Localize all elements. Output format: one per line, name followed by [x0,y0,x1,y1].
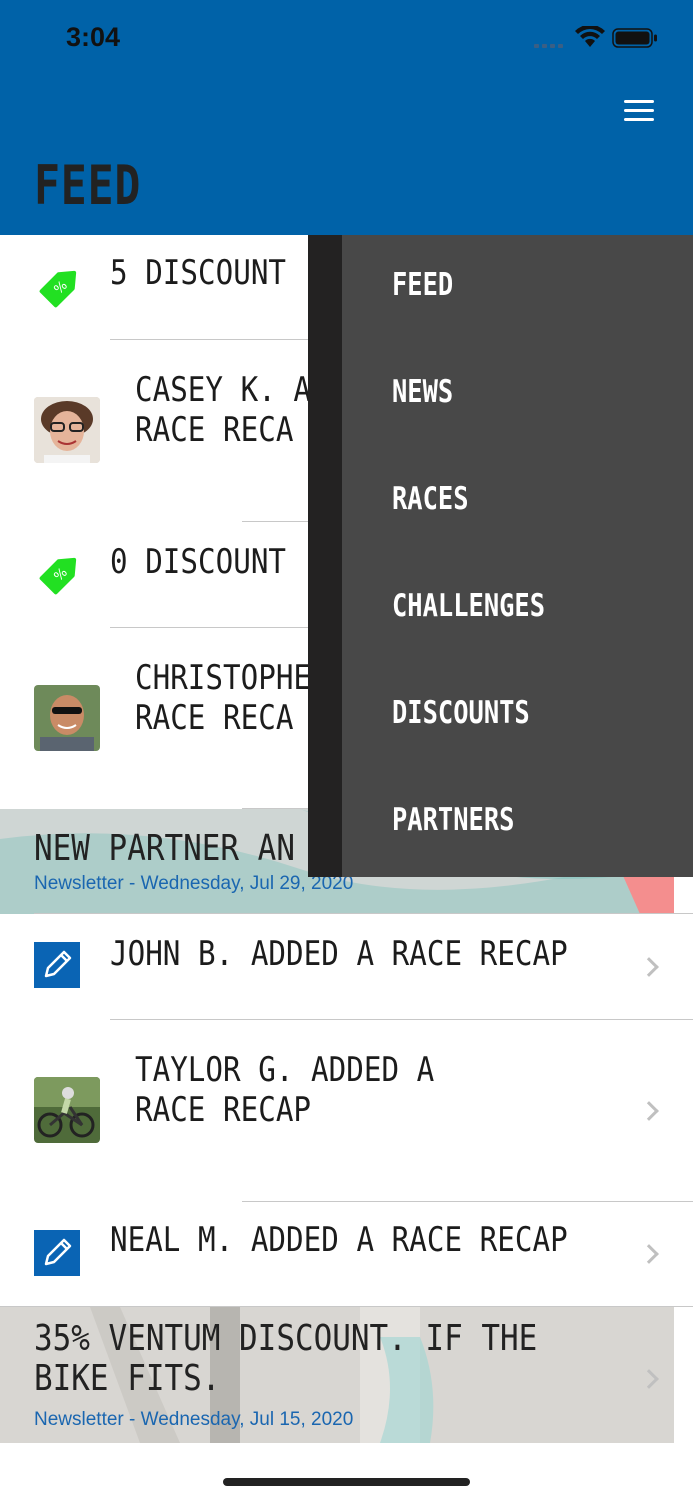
wifi-icon [575,26,605,47]
page-title: FEED [34,154,142,217]
battery-icon [612,28,657,48]
drawer-item-feed[interactable]: FEED [392,267,453,303]
newsletter-meta: Newsletter - Wednesday, Jul 15, 2020 [34,1409,354,1430]
feed-item-title-line1: TAYLOR G. ADDED A [135,1050,435,1090]
feed-item-title-line2: RACE RECAP [135,1090,312,1130]
pencil-icon [34,1230,80,1276]
feed-item-title: 0 DISCOUNT [110,542,287,582]
drawer-item-news[interactable]: NEWS [392,374,453,410]
newsletter-title: NEW PARTNER AN [34,828,295,869]
drawer-item-discounts[interactable]: DISCOUNTS [392,695,530,731]
newsletter-meta: Newsletter - Wednesday, Jul 29, 2020 [34,873,354,894]
feed-item-title-line2: RACE RECA [135,698,294,738]
app-header: 3:04 FEED [0,0,693,235]
feed-item-title-line2: RACE RECA [135,410,294,450]
feed-item-title: NEAL M. ADDED A RACE RECAP [110,1220,568,1260]
newsletter-title-line2: BIKE FITS. [34,1358,221,1399]
price-tag-icon: % [39,557,77,595]
cellular-signal-icon [534,42,566,48]
feed-item-race-recap[interactable]: NEAL M. ADDED A RACE RECAP [0,1202,693,1307]
navigation-drawer: FEED NEWS RACES CHALLENGES DISCOUNTS PAR… [342,235,693,877]
newsletter-title-line1: 35% VENTUM DISCOUNT. IF THE [34,1318,538,1359]
feed-item-title: JOHN B. ADDED A RACE RECAP [110,934,568,974]
feed-item-race-recap[interactable]: TAYLOR G. ADDED A RACE RECAP [0,1020,693,1202]
feed-item-title-line1: CASEY K. A [135,370,312,410]
avatar [34,685,100,751]
chevron-right-icon [639,1244,659,1264]
drawer-item-partners[interactable]: PARTNERS [392,802,514,838]
status-time: 3:04 [66,22,121,52]
newsletter-item[interactable]: 35% VENTUM DISCOUNT. IF THE BIKE FITS. N… [0,1307,674,1443]
feed-item-title-line1: CHRISTOPHE [135,658,312,698]
chevron-right-icon [639,1101,659,1121]
price-tag-icon: % [39,270,77,308]
drawer-item-races[interactable]: RACES [392,481,469,517]
drawer-item-challenges[interactable]: CHALLENGES [392,588,545,624]
hamburger-icon[interactable] [620,96,656,126]
feed-item-race-recap[interactable]: JOHN B. ADDED A RACE RECAP [0,914,693,1020]
drawer-edge [308,235,342,877]
home-indicator[interactable] [223,1478,470,1486]
feed-item-title: 5 DISCOUNT [110,253,287,293]
avatar [34,1077,100,1143]
chevron-right-icon [639,957,659,977]
avatar [34,397,100,463]
pencil-icon [34,942,80,988]
